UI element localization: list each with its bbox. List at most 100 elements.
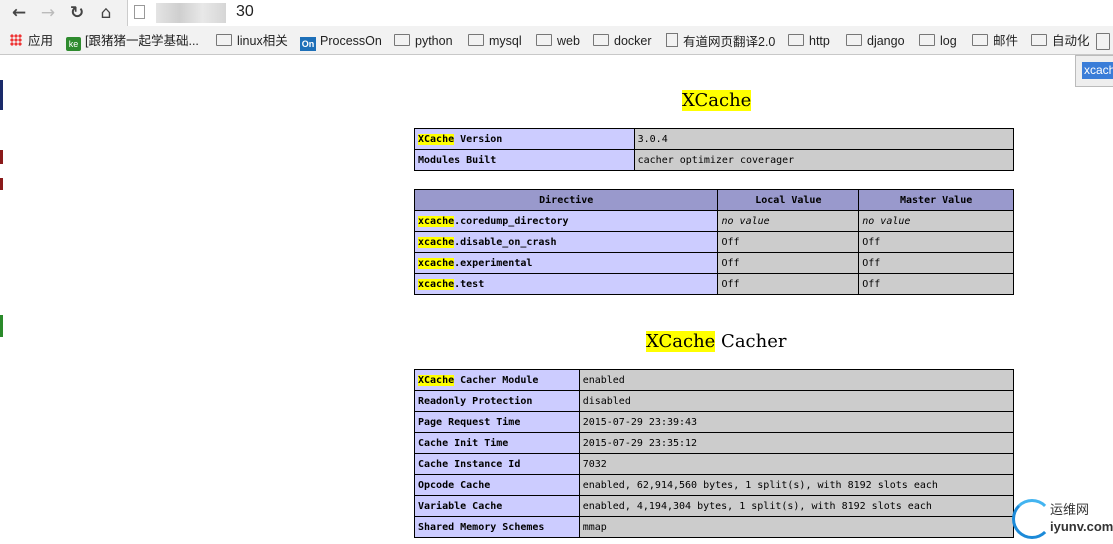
bookmark-django[interactable]: django bbox=[846, 33, 905, 49]
table-row: XCache Version 3.0.4 bbox=[414, 128, 1015, 150]
find-bar[interactable]: xcach bbox=[1075, 55, 1113, 87]
info-key: XCache Version bbox=[414, 128, 635, 150]
folder-icon bbox=[593, 34, 609, 46]
table-row: xcache.coredump_directory no value no va… bbox=[413, 210, 1014, 232]
info-key: Page Request Time bbox=[414, 411, 580, 433]
folder-icon bbox=[1031, 34, 1047, 46]
info-key: Cache Init Time bbox=[414, 432, 580, 454]
master-value: Off bbox=[858, 273, 1014, 295]
directive-name: xcache.coredump_directory bbox=[413, 210, 719, 232]
folder-icon bbox=[846, 34, 862, 46]
table-row: xcache.disable_on_crash Off Off bbox=[413, 231, 1014, 253]
folder-icon bbox=[216, 34, 232, 46]
bookmark-apps[interactable]: 应用 bbox=[10, 33, 53, 49]
bookmark-ke[interactable]: ke [跟猪猪一起学基础... bbox=[66, 33, 199, 51]
directive-name: xcache.disable_on_crash bbox=[413, 231, 719, 253]
info-value: enabled, 62,914,560 bytes, 1 split(s), w… bbox=[578, 474, 1015, 496]
info-value: cacher optimizer coverager bbox=[633, 149, 1015, 171]
header-local-value: Local Value bbox=[717, 189, 860, 211]
bookmark-web[interactable]: web bbox=[536, 33, 580, 49]
find-input[interactable]: xcach bbox=[1082, 62, 1113, 79]
bookmark-processon[interactable]: On ProcessOn bbox=[300, 33, 382, 51]
folder-icon bbox=[919, 34, 935, 46]
table-row: Cache Init Time 2015-07-29 23:35:12 bbox=[414, 432, 1015, 454]
table-row: Shared Memory Schemes mmap bbox=[414, 516, 1015, 538]
folder-icon bbox=[536, 34, 552, 46]
info-value: 7032 bbox=[578, 453, 1015, 475]
master-value: Off bbox=[858, 231, 1014, 253]
directive-name: xcache.test bbox=[413, 273, 719, 295]
edge-artifact bbox=[0, 178, 3, 190]
edge-artifact bbox=[0, 80, 3, 110]
info-key: Cache Instance Id bbox=[414, 453, 580, 475]
ke-site-icon: ke bbox=[66, 37, 81, 51]
reload-icon[interactable]: ↻ bbox=[66, 2, 88, 24]
folder-icon[interactable] bbox=[1096, 33, 1110, 50]
home-icon[interactable]: ⌂ bbox=[95, 2, 117, 24]
local-value: Off bbox=[717, 273, 860, 295]
back-arrow-icon[interactable]: ← bbox=[8, 2, 30, 24]
folder-icon bbox=[788, 34, 804, 46]
table-row: Modules Built cacher optimizer coverager bbox=[414, 149, 1015, 171]
bookmark-mysql[interactable]: mysql bbox=[468, 33, 522, 49]
section-title-xcache-cacher: XCache Cacher bbox=[646, 331, 787, 352]
master-value: no value bbox=[858, 210, 1014, 232]
address-bar[interactable]: 30 bbox=[127, 0, 1113, 26]
table-row: XCache Cacher Module enabled bbox=[414, 369, 1015, 391]
info-value: enabled bbox=[578, 369, 1015, 391]
info-key: Shared Memory Schemes bbox=[414, 516, 580, 538]
bookmark-docker[interactable]: docker bbox=[593, 33, 652, 49]
watermark-line2: iyunv.com bbox=[1050, 519, 1113, 534]
watermark-logo: 运维网 iyunv.com bbox=[1012, 497, 1113, 541]
info-value: 3.0.4 bbox=[633, 128, 1015, 150]
local-value: Off bbox=[717, 231, 860, 253]
folder-icon bbox=[394, 34, 410, 46]
edge-artifact bbox=[0, 315, 3, 337]
watermark-line1: 运维网 bbox=[1050, 502, 1090, 517]
page-icon bbox=[666, 33, 678, 47]
processon-icon: On bbox=[300, 37, 316, 51]
folder-icon bbox=[468, 34, 484, 46]
info-key: Variable Cache bbox=[414, 495, 580, 517]
cacher-info-table: XCache Cacher Module enabled Readonly Pr… bbox=[414, 369, 1015, 538]
bookmarks-bar: 应用 ke [跟猪猪一起学基础... linux相关 On ProcessOn py… bbox=[0, 28, 1113, 55]
bookmark-python[interactable]: python bbox=[394, 33, 453, 49]
table-row: Page Request Time 2015-07-29 23:39:43 bbox=[414, 411, 1015, 433]
info-value: enabled, 4,194,304 bytes, 1 split(s), wi… bbox=[578, 495, 1015, 517]
table-row: Cache Instance Id 7032 bbox=[414, 453, 1015, 475]
folder-icon bbox=[972, 34, 988, 46]
edge-artifact bbox=[0, 150, 3, 164]
local-value: Off bbox=[717, 252, 860, 274]
directive-name: xcache.experimental bbox=[413, 252, 719, 274]
header-master-value: Master Value bbox=[858, 189, 1014, 211]
bookmark-automation[interactable]: 自动化 bbox=[1031, 33, 1090, 49]
table-row: xcache.test Off Off bbox=[413, 273, 1014, 295]
bookmark-mail[interactable]: 邮件 bbox=[972, 33, 1018, 49]
table-row: Readonly Protection disabled bbox=[414, 390, 1015, 412]
page-icon bbox=[134, 5, 145, 19]
bookmark-youdao[interactable]: 有道网页翻译2.0 bbox=[666, 33, 775, 49]
info-value: 2015-07-29 23:35:12 bbox=[578, 432, 1015, 454]
master-value: Off bbox=[858, 252, 1014, 274]
table-row: Opcode Cache enabled, 62,914,560 bytes, … bbox=[414, 474, 1015, 496]
table-row: Variable Cache enabled, 4,194,304 bytes,… bbox=[414, 495, 1015, 517]
table-header-row: Directive Local Value Master Value bbox=[413, 189, 1014, 211]
info-value: mmap bbox=[578, 516, 1015, 538]
local-value: no value bbox=[717, 210, 860, 232]
directive-table: Directive Local Value Master Value xcach… bbox=[413, 189, 1014, 295]
info-key: Modules Built bbox=[414, 149, 635, 171]
watermark-ring-icon bbox=[1012, 499, 1052, 539]
bookmark-log[interactable]: log bbox=[919, 33, 957, 49]
xcache-info-table: XCache Version 3.0.4 Modules Built cache… bbox=[414, 128, 1015, 171]
info-value: disabled bbox=[578, 390, 1015, 412]
redacted-url-part bbox=[156, 3, 226, 23]
header-directive: Directive bbox=[413, 189, 719, 211]
bookmark-linux[interactable]: linux相关 bbox=[216, 33, 288, 49]
bookmark-http[interactable]: http bbox=[788, 33, 830, 49]
url-text[interactable]: 30 bbox=[236, 3, 254, 21]
forward-arrow-icon[interactable]: → bbox=[37, 2, 59, 24]
apps-grid-icon bbox=[10, 34, 22, 46]
section-title-xcache: XCache bbox=[682, 90, 752, 111]
info-key: XCache Cacher Module bbox=[414, 369, 580, 391]
browser-toolbar: ← → ↻ ⌂ 30 bbox=[0, 0, 1113, 28]
